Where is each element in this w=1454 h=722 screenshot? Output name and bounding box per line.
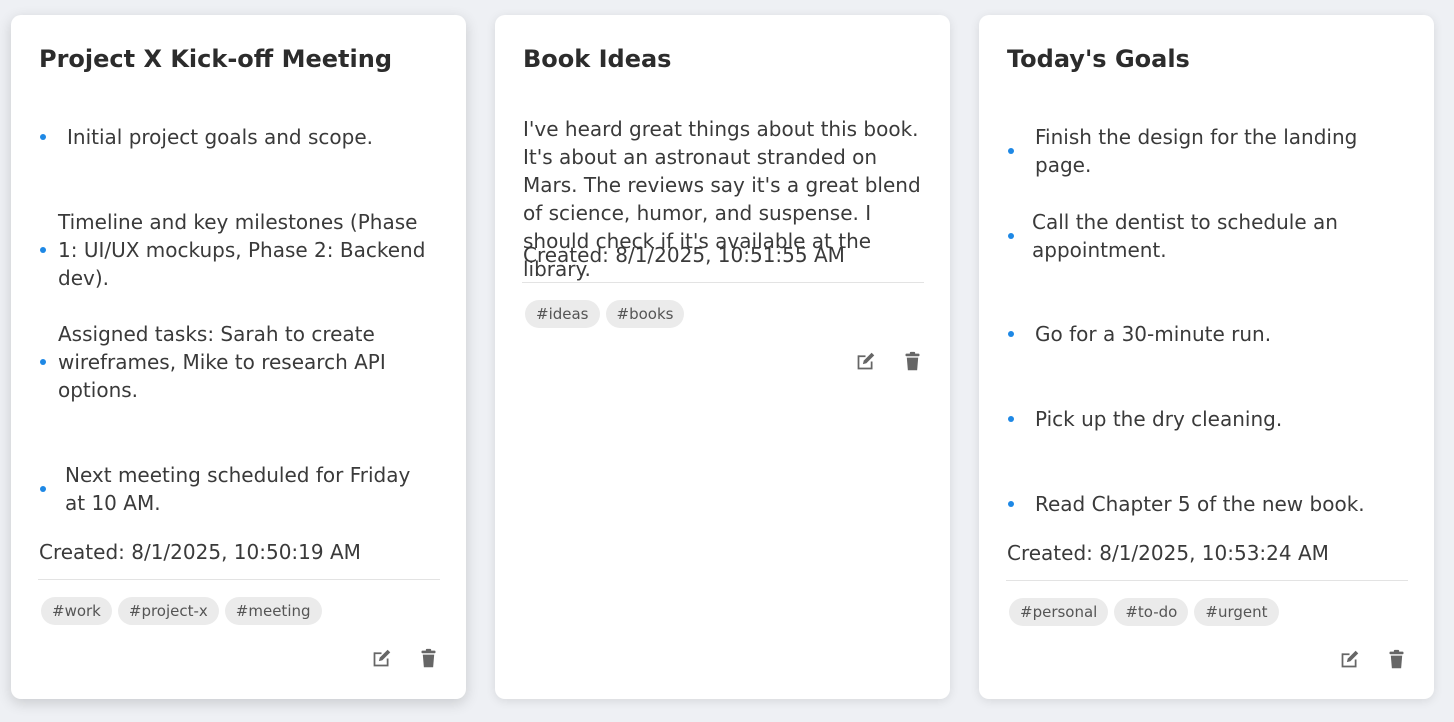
list-item: Call the dentist to schedule an appointm… (1007, 208, 1411, 264)
notes-board: Project X Kick-off Meeting Initial proje… (0, 0, 1454, 722)
list-item-text: Read Chapter 5 of the new book. (1035, 492, 1365, 516)
tag-chip[interactable]: #urgent (1194, 598, 1279, 626)
list-item-text: Initial project goals and scope. (67, 125, 373, 149)
note-card[interactable]: Project X Kick-off Meeting Initial proje… (11, 15, 466, 699)
list-item-text: Timeline and key milestones (Phase 1: UI… (58, 210, 426, 290)
list-item-text: Call the dentist to schedule an appointm… (1032, 210, 1338, 262)
list-item: Pick up the dry cleaning. (1007, 405, 1411, 433)
tag-chip[interactable]: #to-do (1114, 598, 1189, 626)
list-item-text: Next meeting scheduled for Friday at 10 … (65, 463, 411, 515)
list-item: Finish the design for the landing page. (1007, 123, 1411, 179)
trash-icon (421, 648, 436, 668)
note-title: Book Ideas (523, 45, 672, 73)
list-item-text: Pick up the dry cleaning. (1035, 407, 1283, 431)
delete-button[interactable] (902, 351, 923, 372)
note-title: Today's Goals (1007, 45, 1190, 73)
edit-icon (1341, 650, 1359, 668)
tag-chip[interactable]: #ideas (525, 300, 600, 328)
list-item: Go for a 30-minute run. (1007, 320, 1411, 348)
created-timestamp: Created: 8/1/2025, 10:53:24 AM (1007, 541, 1329, 565)
list-item-text: Assigned tasks: Sarah to create wirefram… (58, 322, 386, 402)
trash-icon (1389, 649, 1404, 669)
note-card[interactable]: Book Ideas I've heard great things about… (495, 15, 950, 699)
note-actions (855, 351, 923, 372)
divider (522, 282, 924, 283)
edit-button[interactable] (1339, 649, 1360, 670)
note-actions (1339, 649, 1407, 670)
edit-icon (373, 649, 391, 667)
delete-button[interactable] (418, 648, 439, 669)
created-timestamp: Created: 8/1/2025, 10:50:19 AM (39, 540, 361, 564)
list-item-text: Go for a 30-minute run. (1035, 322, 1272, 346)
edit-button[interactable] (855, 351, 876, 372)
list-item: Timeline and key milestones (Phase 1: UI… (39, 208, 443, 292)
tag-chip[interactable]: #work (41, 597, 112, 625)
list-item: Assigned tasks: Sarah to create wirefram… (39, 320, 443, 404)
tag-chip[interactable]: #books (605, 300, 685, 328)
trash-icon (905, 351, 920, 371)
note-title: Project X Kick-off Meeting (39, 45, 392, 73)
list-item: Next meeting scheduled for Friday at 10 … (39, 461, 443, 517)
tag-list: #ideas #books (525, 300, 685, 328)
tag-chip[interactable]: #personal (1009, 598, 1109, 626)
divider (38, 579, 440, 580)
tag-list: #personal #to-do #urgent (1009, 598, 1279, 626)
tag-list: #work #project-x #meeting (41, 597, 322, 625)
list-item: Read Chapter 5 of the new book. (1007, 490, 1411, 518)
note-card[interactable]: Today's Goals Finish the design for the … (979, 15, 1434, 699)
tag-chip[interactable]: #project-x (117, 597, 219, 625)
note-actions (371, 648, 439, 669)
edit-button[interactable] (371, 648, 392, 669)
delete-button[interactable] (1386, 649, 1407, 670)
edit-icon (857, 352, 875, 370)
list-item: Initial project goals and scope. (39, 123, 443, 151)
created-timestamp: Created: 8/1/2025, 10:51:55 AM (523, 243, 845, 267)
divider (1006, 580, 1408, 581)
list-item-text: Finish the design for the landing page. (1035, 125, 1358, 177)
tag-chip[interactable]: #meeting (224, 597, 322, 625)
